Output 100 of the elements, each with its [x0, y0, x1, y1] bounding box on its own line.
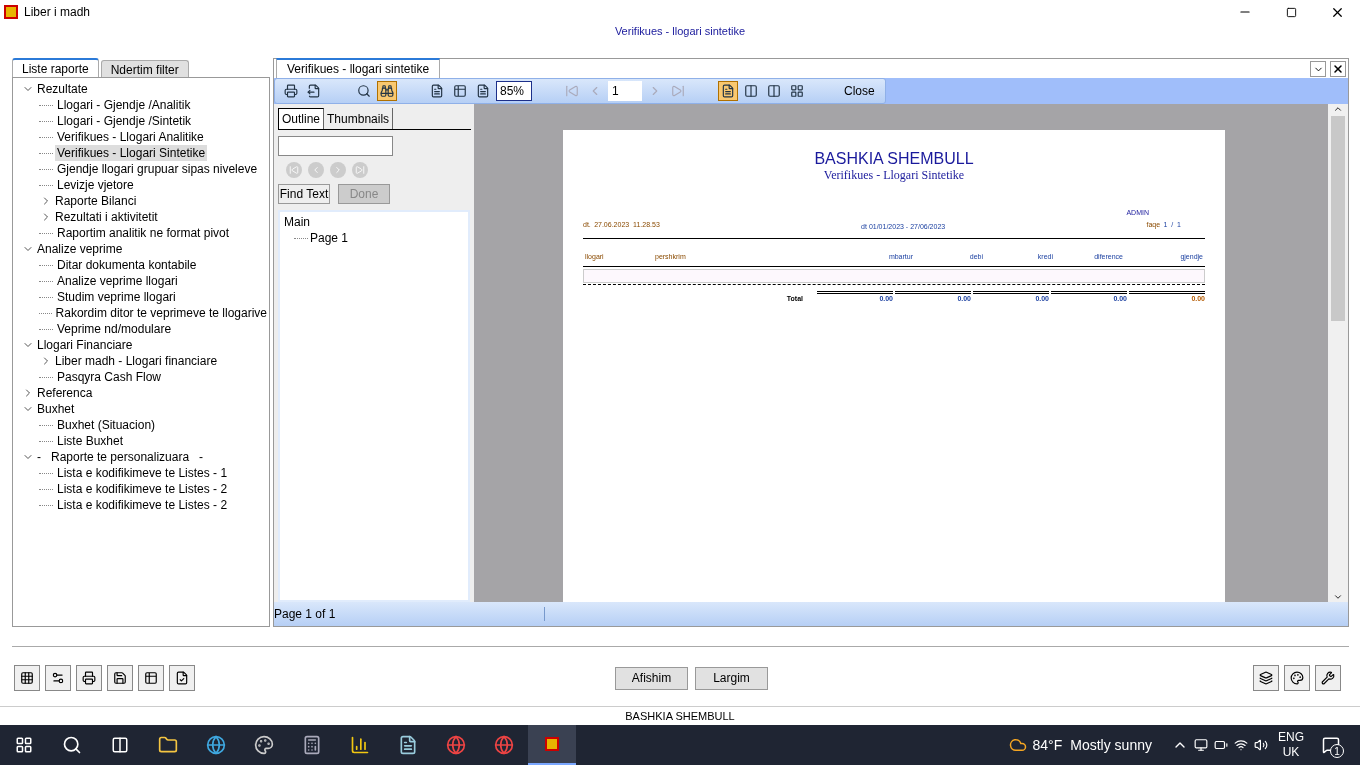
scroll-up-icon[interactable] — [1333, 104, 1343, 114]
folder-icon[interactable] — [158, 735, 178, 755]
globe-icon[interactable] — [206, 735, 226, 755]
grid-button[interactable] — [14, 665, 40, 691]
notification-count: 1 — [1330, 744, 1344, 758]
temperature: 84°F — [1032, 737, 1063, 753]
language: ENG — [1278, 730, 1304, 745]
tree-item[interactable]: Buxhet (Situacion) — [55, 417, 158, 433]
outline-item[interactable]: Page 1 — [310, 231, 349, 245]
two-pages-icon — [744, 84, 758, 98]
calculator-icon[interactable] — [302, 735, 322, 755]
tree-item[interactable]: Rezultati i aktivitetit — [53, 209, 160, 225]
find-field[interactable] — [278, 136, 393, 156]
chart-icon[interactable] — [350, 735, 370, 755]
binoculars-button[interactable] — [377, 81, 397, 101]
search-icon[interactable] — [62, 735, 82, 755]
layers-button[interactable] — [1253, 665, 1279, 691]
globe-icon[interactable] — [494, 735, 514, 755]
previous-icon — [311, 165, 321, 175]
settings-icon — [51, 671, 65, 685]
palette-button[interactable] — [1284, 665, 1310, 691]
tree-item[interactable]: Lista e kodifikimeve te Listes - 2 — [55, 497, 230, 513]
close-button[interactable]: Close — [840, 84, 879, 98]
tree-item[interactable]: Analize veprime llogari — [55, 273, 180, 289]
document-check-icon — [175, 671, 189, 685]
text-button[interactable]: Largim — [695, 666, 768, 690]
notifications-icon[interactable] — [1322, 736, 1340, 754]
single-page-button[interactable] — [718, 81, 738, 101]
tree-item[interactable]: Rakordim ditor te veprimeve te llogarive — [53, 305, 269, 321]
tree-item[interactable]: Raportim analitik ne format pivot — [55, 225, 232, 241]
tree-item[interactable]: Llogari - Gjendje /Analitik — [55, 97, 193, 113]
print-button[interactable] — [76, 665, 102, 691]
task-view-icon[interactable] — [111, 736, 129, 754]
book-icon — [767, 84, 781, 98]
tree-item[interactable]: Levizje vjetore — [55, 177, 136, 193]
next-icon — [333, 165, 343, 175]
tree-item[interactable]: Veprime nd/modulare — [55, 321, 174, 337]
network-icon — [1234, 738, 1248, 752]
last-page-icon — [671, 84, 685, 98]
first-page-icon — [565, 84, 579, 98]
tree-item[interactable]: Llogari Financiare — [35, 337, 135, 353]
page-width-icon — [453, 84, 467, 98]
save-button[interactable] — [107, 665, 133, 691]
active-app-tile[interactable] — [528, 725, 576, 765]
tab[interactable]: Thumbnails — [324, 108, 394, 129]
tab[interactable]: Ndertim filter — [100, 60, 189, 77]
print-icon — [284, 84, 298, 98]
tree-item[interactable]: Analize veprime — [35, 241, 125, 257]
tree-item[interactable]: Studim veprime llogari — [55, 289, 178, 305]
document-tab[interactable]: Verifikues - llogari sintetike — [276, 58, 441, 78]
close-button[interactable] — [1330, 61, 1346, 77]
search-icon — [357, 84, 371, 98]
tree-item[interactable]: Gjendje llogari grupuar sipas niveleve — [55, 161, 260, 177]
tree-item[interactable]: Lista e kodifikimeve te Listes - 1 — [55, 465, 230, 481]
start-icon[interactable] — [15, 736, 33, 754]
tree-item[interactable]: Pasqyra Cash Flow — [55, 369, 164, 385]
app-logo-icon — [545, 737, 559, 751]
page-number-field[interactable]: 1 — [608, 81, 642, 101]
outline-item[interactable]: Main — [284, 215, 310, 229]
close-icon — [1332, 63, 1344, 75]
tree-item[interactable]: Referenca — [35, 385, 95, 401]
tree-item[interactable]: Lista e kodifikimeve te Listes - 2 — [55, 481, 230, 497]
report-title: BASHKIA SHEMBULL — [813, 150, 975, 168]
print-icon — [82, 671, 96, 685]
single-page-icon — [721, 84, 735, 98]
wrench-button[interactable] — [1315, 665, 1341, 691]
save-icon — [113, 671, 127, 685]
app-logo-icon — [4, 5, 18, 19]
tree-item[interactable]: Verifikues - Llogari Sintetike — [55, 145, 208, 161]
tree-item[interactable]: Raporte Bilanci — [53, 193, 139, 209]
zoom-field[interactable]: 85% — [496, 81, 532, 101]
document-icon[interactable] — [398, 735, 418, 755]
tab[interactable]: Outline — [278, 108, 325, 129]
scroll-down-icon[interactable] — [1333, 592, 1343, 602]
globe-icon[interactable] — [446, 735, 466, 755]
tree-item[interactable]: Ditar dokumenta kontabile — [55, 257, 199, 273]
table-icon — [144, 671, 158, 685]
tree-item[interactable]: - Raporte te personalizuara - — [35, 449, 206, 465]
tree-item[interactable]: Verifikues - Llogari Analitike — [55, 129, 206, 145]
tree-item[interactable]: Buxhet — [35, 401, 77, 417]
page-status: Page 1 of 1 — [274, 607, 545, 621]
maximize-icon — [1285, 6, 1297, 18]
palette-icon — [1290, 671, 1304, 685]
text-button[interactable]: Afishim — [615, 666, 688, 690]
battery-icon — [1214, 738, 1228, 752]
text-button[interactable]: Find Text — [278, 184, 330, 204]
binoculars-icon — [380, 84, 394, 98]
region: UK — [1282, 745, 1300, 760]
tab[interactable]: Liste raporte — [12, 58, 99, 77]
tree-item[interactable]: Rezultate — [35, 81, 90, 97]
check-document-button[interactable] — [169, 665, 195, 691]
window-title: Liber i madh — [24, 5, 91, 19]
volume-icon — [1254, 738, 1268, 752]
scroll-thumb[interactable] — [1331, 116, 1345, 321]
table-button[interactable] — [138, 665, 164, 691]
settings-button[interactable] — [45, 665, 71, 691]
palette-icon[interactable] — [254, 735, 274, 755]
tree-item[interactable]: Liste Buxhet — [55, 433, 126, 449]
tree-item[interactable]: Llogari - Gjendje /Sintetik — [55, 113, 194, 129]
tree-item[interactable]: Liber madh - Llogari financiare — [53, 353, 220, 369]
